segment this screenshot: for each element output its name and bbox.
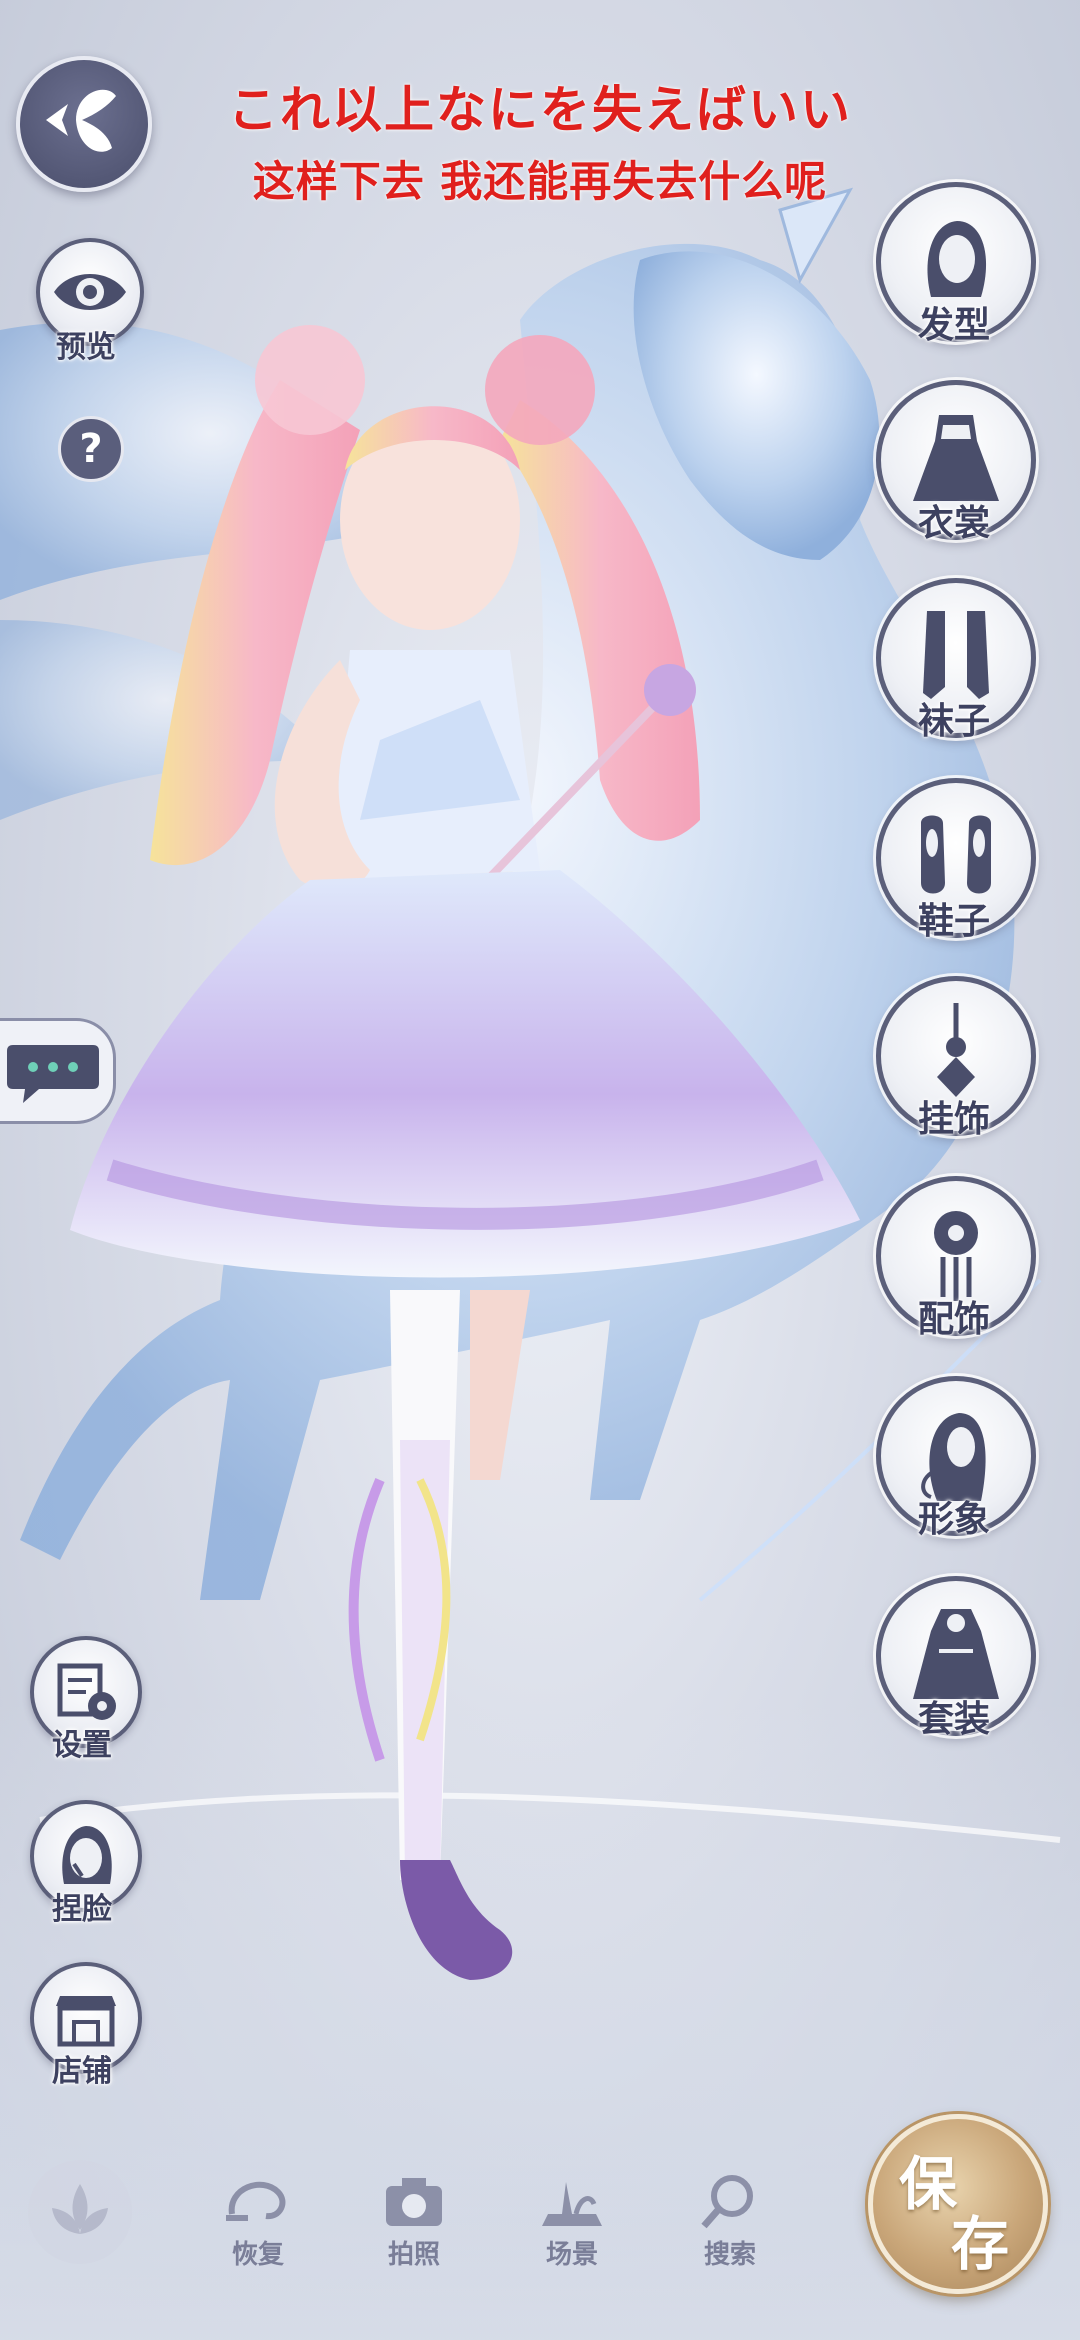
shoes-label: 鞋子 bbox=[917, 900, 990, 942]
save-button[interactable]: 保 存 bbox=[868, 2114, 1048, 2294]
back-button[interactable] bbox=[16, 56, 152, 192]
preview-label: 预览 bbox=[56, 330, 116, 365]
save-text-top: 保 bbox=[899, 2150, 958, 2218]
accessory-label: 配饰 bbox=[917, 1298, 990, 1340]
restore-label: 恢复 bbox=[231, 2240, 284, 2270]
restore-icon bbox=[226, 2181, 286, 2221]
settings-label: 设置 bbox=[52, 1728, 112, 1763]
butterfly-back-icon bbox=[46, 89, 116, 152]
socks-label: 袜子 bbox=[917, 700, 990, 742]
chat-button[interactable] bbox=[0, 1018, 116, 1124]
scene-icon bbox=[542, 2182, 602, 2226]
save-text-bottom: 存 bbox=[951, 2210, 1010, 2278]
shop-label: 店铺 bbox=[52, 2054, 112, 2089]
lotus-button[interactable] bbox=[28, 2160, 132, 2264]
appearance-label: 形象 bbox=[917, 1498, 990, 1540]
dress-label: 衣裳 bbox=[917, 502, 990, 544]
photo-label: 拍照 bbox=[387, 2240, 440, 2270]
character-scene bbox=[0, 187, 1080, 2340]
outfit-set-label: 套装 bbox=[917, 1698, 990, 1740]
camera-icon bbox=[386, 2178, 442, 2226]
search-button[interactable]: 搜索 bbox=[670, 2168, 790, 2271]
scene-label: 场景 bbox=[545, 2240, 598, 2270]
photo-button[interactable]: 拍照 bbox=[354, 2168, 474, 2271]
pendant-label: 挂饰 bbox=[917, 1098, 990, 1140]
search-label: 搜索 bbox=[703, 2240, 756, 2270]
chat-bubble-icon bbox=[7, 1045, 99, 1103]
help-button[interactable]: ? bbox=[58, 416, 124, 482]
face-edit-label: 捏脸 bbox=[52, 1892, 112, 1927]
scene-button[interactable]: 场景 bbox=[512, 2168, 632, 2271]
hair-label: 发型 bbox=[917, 304, 990, 346]
lyric-japanese: これ以上なにを失えばいい bbox=[228, 81, 852, 139]
restore-button[interactable]: 恢复 bbox=[198, 2168, 318, 2271]
lotus-icon bbox=[52, 2184, 108, 2234]
search-icon bbox=[701, 2175, 753, 2229]
